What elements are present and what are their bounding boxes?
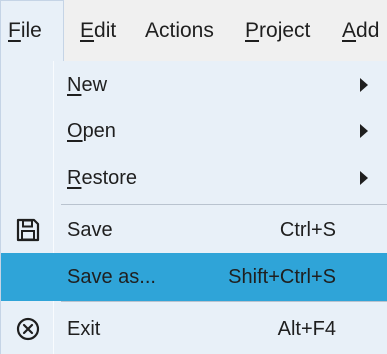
new-mnemonic: N [67, 73, 82, 96]
menu-file-mnemonic: F [8, 19, 21, 42]
menu-edit[interactable]: Edit [80, 0, 116, 61]
save-as-shortcut: Shift+Ctrl+S [228, 265, 336, 288]
menu-file-rest: ile [20, 19, 42, 42]
menu-add-mnemonic: A [342, 18, 357, 42]
menu-project-mnemonic: P [245, 18, 260, 42]
menu-edit-mnemonic: E [80, 18, 95, 42]
menu-file[interactable]: File [0, 0, 64, 61]
menu-item-open-label: Open [67, 120, 116, 143]
submenu-arrow-icon [360, 171, 368, 185]
exit-shortcut: Alt+F4 [277, 317, 336, 340]
menu-item-open[interactable]: Open [1, 107, 387, 155]
submenu-arrow-icon [360, 78, 368, 92]
new-rest: ew [81, 73, 108, 96]
menu-actions[interactable]: Actions [145, 0, 214, 61]
restore-rest: estore [81, 166, 138, 189]
menu-item-save-label: Save [67, 218, 113, 241]
open-rest: pen [82, 119, 116, 142]
close-circle-icon [16, 317, 40, 341]
file-dropdown-menu: New Open Restore Save Ctrl+S Save as... … [0, 61, 387, 354]
menu-add-rest: dd [356, 18, 380, 42]
menu-actions-label: Actions [145, 18, 214, 42]
menu-separator [61, 301, 387, 302]
menu-edit-rest: dit [94, 18, 117, 42]
menu-item-restore-label: Restore [67, 167, 137, 190]
menu-project-rest: roject [259, 18, 311, 42]
menu-item-save-as-label: Save as... [67, 265, 156, 288]
menu-item-new[interactable]: New [1, 61, 387, 109]
save-shortcut: Ctrl+S [279, 218, 336, 241]
open-mnemonic: O [67, 119, 83, 142]
menu-item-save-as[interactable]: Save as... Shift+Ctrl+S [1, 253, 387, 301]
menu-add[interactable]: Add [342, 0, 379, 61]
menu-project[interactable]: Project [245, 0, 310, 61]
submenu-arrow-icon [360, 124, 368, 138]
floppy-disk-icon [16, 218, 40, 242]
menu-item-exit[interactable]: Exit Alt+F4 [1, 305, 387, 353]
menu-item-save[interactable]: Save Ctrl+S [1, 206, 387, 254]
menubar: File Edit Actions Project Add [0, 0, 387, 61]
menu-separator [61, 204, 387, 205]
restore-mnemonic: R [67, 166, 82, 189]
menu-item-restore[interactable]: Restore [1, 154, 387, 202]
menu-item-exit-label: Exit [67, 317, 101, 340]
menu-item-new-label: New [67, 74, 107, 97]
